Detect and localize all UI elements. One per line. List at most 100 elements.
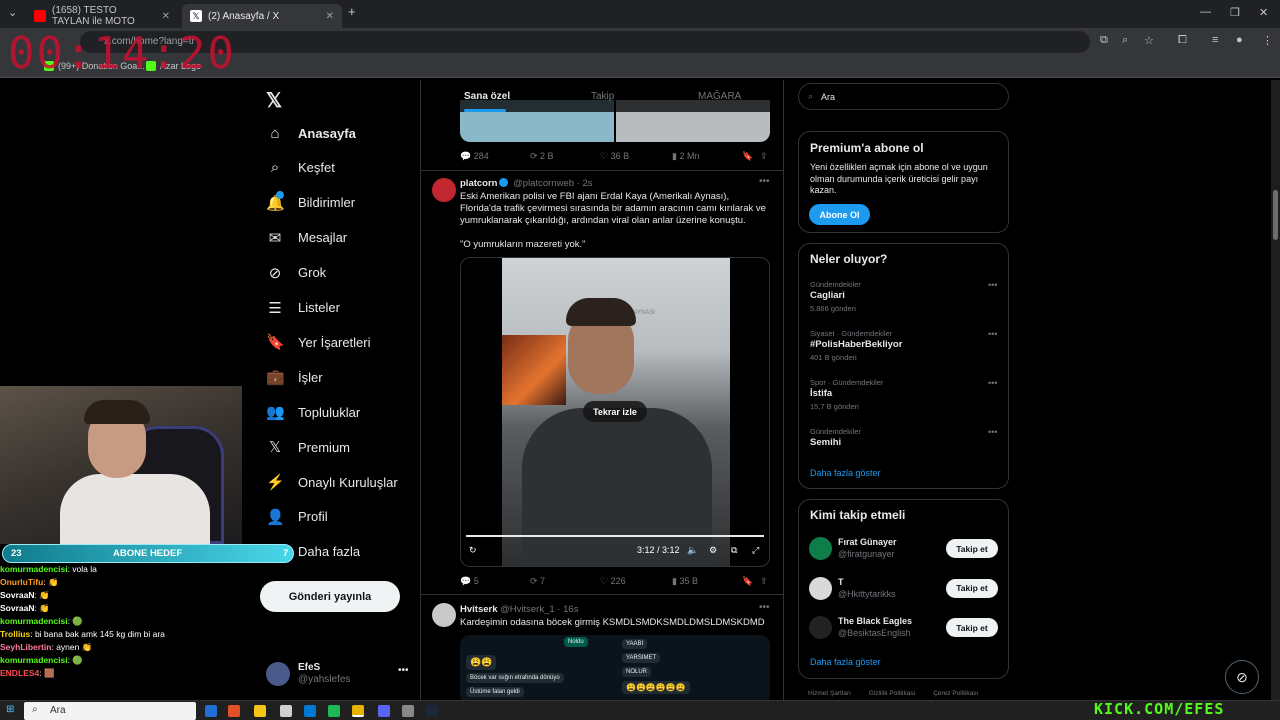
search-input[interactable]: ⌕ Ara: [798, 83, 1009, 110]
new-tab-icon[interactable]: +: [348, 4, 356, 19]
minimize-icon[interactable]: —: [1200, 6, 1211, 18]
scroll-thumb[interactable]: [1273, 190, 1278, 240]
sidebar-item-11[interactable]: 👤 Profil: [266, 503, 328, 531]
more-dots-icon[interactable]: •••: [988, 280, 997, 290]
replay-button[interactable]: Tekrar izle: [583, 401, 647, 422]
scrollbar[interactable]: [1271, 80, 1280, 700]
sidebar-item-1[interactable]: ⌕ Keşfet: [266, 154, 335, 182]
discord-icon[interactable]: [378, 705, 390, 717]
trend-item[interactable]: Gündemdekiler Cagliari 5.866 gönderi •••: [810, 280, 1000, 320]
follow-suggestion[interactable]: Fırat Günayer @firatgunayer Takip et: [809, 536, 1001, 562]
chat-username[interactable]: komurmadencisi: [0, 655, 68, 665]
like-button[interactable]: ♡ 226: [600, 576, 626, 587]
more-dots-icon[interactable]: •••: [759, 176, 770, 187]
show-more-link[interactable]: Daha fazla göster: [810, 657, 881, 667]
more-dots-icon[interactable]: •••: [759, 602, 770, 613]
tweet-time[interactable]: 2s: [582, 178, 592, 189]
repost-button[interactable]: ⟳ 7: [530, 576, 545, 587]
tab-following[interactable]: Takip: [591, 91, 614, 102]
author-handle[interactable]: @Hvitserk_1: [500, 604, 555, 615]
steam-icon[interactable]: [426, 705, 438, 717]
pip-icon[interactable]: ⧉: [731, 545, 737, 556]
store-icon[interactable]: [304, 705, 316, 717]
chat-username[interactable]: SovraaN: [0, 603, 35, 613]
like-button[interactable]: ♡ 36 B: [600, 151, 629, 162]
fullscreen-icon[interactable]: ⤢: [752, 545, 759, 556]
tweet-time[interactable]: 16s: [563, 604, 578, 615]
sidebar-item-0[interactable]: ⌂ Anasayfa: [266, 119, 355, 147]
suggestion-name[interactable]: Fırat Günayer: [838, 537, 897, 547]
settings-icon[interactable]: ⚙: [709, 545, 717, 556]
reply-button[interactable]: 💬 5: [460, 576, 479, 587]
bookmark-icon[interactable]: 🔖: [742, 151, 753, 162]
author-name[interactable]: Hvitserk: [460, 604, 498, 615]
author-handle[interactable]: @platcornweb: [513, 178, 574, 189]
sidebar-item-4[interactable]: ⊘ Grok: [266, 259, 326, 287]
more-dots-icon[interactable]: •••: [398, 665, 409, 676]
sidebar-item-9[interactable]: 𝕏 Premium: [266, 433, 350, 461]
account-switcher[interactable]: EfeS @yahslefes •••: [266, 660, 412, 688]
views-button[interactable]: ▮ 35 B: [672, 576, 698, 587]
explorer-icon[interactable]: [254, 705, 266, 717]
suggestion-name[interactable]: The Black Eagles: [838, 616, 912, 626]
more-dots-icon[interactable]: •••: [988, 329, 997, 339]
restore-icon[interactable]: ❐: [1230, 6, 1240, 19]
show-more-link[interactable]: Daha fazla göster: [810, 468, 881, 478]
reply-button[interactable]: 💬 284: [460, 151, 489, 162]
more-dots-icon[interactable]: •••: [988, 427, 997, 437]
author-name[interactable]: platcorn: [460, 178, 497, 189]
chat-username[interactable]: SovraaN: [0, 590, 35, 600]
share-icon[interactable]: ⇪: [760, 576, 768, 587]
sidebar-item-7[interactable]: 💼 İşler: [266, 363, 323, 391]
browser-tab-x[interactable]: 𝕏 (2) Anasayfa / X ✕: [182, 4, 342, 28]
x-logo-icon[interactable]: 𝕏: [266, 88, 282, 113]
footer-link[interactable]: Gizlilik Politikası: [869, 690, 916, 697]
chrome-menu-icon[interactable]: ⋮: [1262, 34, 1273, 47]
install-icon[interactable]: ⧉: [1100, 34, 1108, 47]
volume-icon[interactable]: 🔈: [687, 545, 698, 556]
sidebar-item-5[interactable]: ☰ Listeler: [266, 294, 340, 322]
chat-username[interactable]: SeyhLibertin: [0, 642, 51, 652]
close-window-icon[interactable]: ✕: [1259, 6, 1268, 19]
app-icon[interactable]: [280, 705, 292, 717]
chat-username[interactable]: ENDLES4: [0, 668, 39, 678]
footer-link[interactable]: Çerez Politikası: [933, 690, 978, 697]
zoom-icon[interactable]: ⌕: [1122, 34, 1128, 47]
avatar[interactable]: [809, 537, 832, 560]
trend-item[interactable]: Spor · Gündemdekiler İstifa 15,7 B gönderi…: [810, 378, 1000, 418]
post-button[interactable]: Gönderi yayınla: [260, 581, 400, 612]
trend-item[interactable]: Gündemdekiler Semihi •••: [810, 427, 1000, 467]
avatar[interactable]: [809, 616, 832, 639]
sidebar-item-8[interactable]: 👥 Topluluklar: [266, 398, 360, 426]
chrome-icon[interactable]: [352, 705, 364, 717]
obs-icon[interactable]: [402, 705, 414, 717]
share-icon[interactable]: ⇪: [760, 151, 768, 162]
copilot-icon[interactable]: [228, 705, 240, 717]
extensions-icon[interactable]: ⧠: [1178, 34, 1187, 47]
tab-magara[interactable]: MAĞARA: [698, 91, 741, 102]
spotify-icon[interactable]: [328, 705, 340, 717]
follow-button[interactable]: Takip et: [946, 618, 998, 637]
follow-suggestion[interactable]: T @Hkittytarikks Takip et: [809, 576, 1001, 602]
browser-tab-youtube[interactable]: (1658) TESTO TAYLAN ile MOTO ✕: [26, 4, 178, 28]
follow-button[interactable]: Takip et: [946, 578, 998, 598]
taskbar-search[interactable]: ⌕ Ara: [24, 702, 196, 720]
sidebar-item-3[interactable]: ✉ Mesajlar: [266, 224, 347, 252]
follow-suggestion[interactable]: The Black Eagles @BesiktasEnglish Takip et: [809, 615, 1001, 641]
trend-item[interactable]: Siyaset · Gündemdekiler #PolisHaberBekliy…: [810, 329, 1000, 369]
subscribe-button[interactable]: Abone Ol: [809, 204, 870, 225]
chat-username[interactable]: komurmadencisi: [0, 616, 68, 626]
grok-fab-icon[interactable]: ⊘: [1225, 660, 1259, 694]
profile-icon[interactable]: ●: [1236, 34, 1243, 46]
close-tab-icon[interactable]: ✕: [326, 11, 334, 22]
video-progress-bar[interactable]: [466, 535, 764, 537]
repost-button[interactable]: ⟳ 2 B: [530, 151, 554, 162]
footer-link[interactable]: Hizmet Şartları: [808, 690, 851, 697]
sidebar-item-10[interactable]: ⚡ Onaylı Kuruluşlar: [266, 468, 398, 496]
chat-username[interactable]: Trollius: [0, 629, 30, 639]
bookmark-icon[interactable]: 🔖: [742, 576, 753, 587]
sidebar-item-6[interactable]: 🔖 Yer İşaretleri: [266, 328, 371, 356]
chat-username[interactable]: OnurluTifu: [0, 577, 43, 587]
more-dots-icon[interactable]: •••: [988, 378, 997, 388]
replay-icon[interactable]: ↻: [469, 545, 477, 556]
